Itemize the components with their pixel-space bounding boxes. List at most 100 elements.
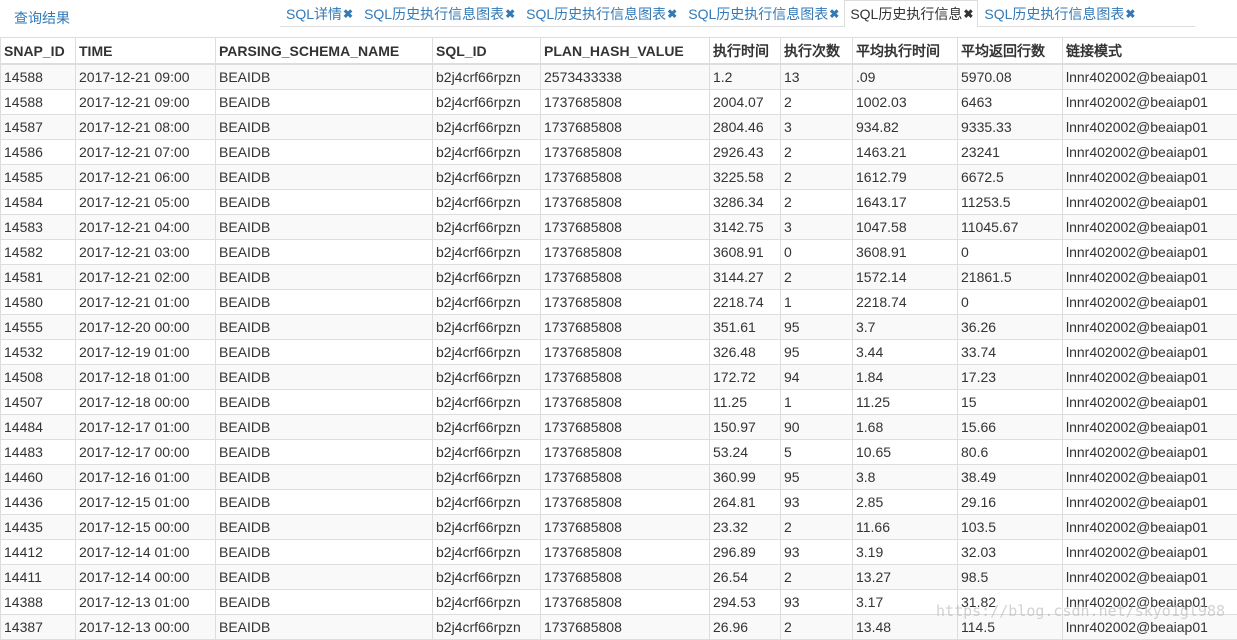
table-cell: 11045.67 [958,215,1063,240]
column-header[interactable]: SQL_ID [433,38,541,65]
column-header[interactable]: 链接模式 [1063,38,1237,65]
table-row[interactable]: 145552017-12-20 00:00BEAIDBb2j4crf66rpzn… [1,315,1237,340]
table-row[interactable]: 143882017-12-13 01:00BEAIDBb2j4crf66rpzn… [1,590,1237,615]
column-header[interactable]: 执行时间 [710,38,781,65]
table-cell: BEAIDB [216,365,433,390]
table-cell: b2j4crf66rpzn [433,265,541,290]
table-cell: 93 [781,590,853,615]
table-row[interactable]: 143872017-12-13 00:00BEAIDBb2j4crf66rpzn… [1,615,1237,640]
table-row[interactable]: 144842017-12-17 01:00BEAIDBb2j4crf66rpzn… [1,415,1237,440]
close-icon[interactable]: ✖ [829,7,839,21]
tab-4[interactable]: SQL历史执行信息✖ [844,0,978,27]
table-cell: 2218.74 [710,290,781,315]
tab-bar: 查询结果 SQL详情✖SQL历史执行信息图表✖SQL历史执行信息图表✖SQL历史… [0,0,1237,36]
table-cell: 3.7 [853,315,958,340]
column-header[interactable]: TIME [76,38,216,65]
table-cell: 3.19 [853,540,958,565]
table-cell: 23241 [958,140,1063,165]
table-cell: lnnr402002@beaiap01 [1063,190,1237,215]
sql-history-table: SNAP_IDTIMEPARSING_SCHEMA_NAMESQL_IDPLAN… [0,37,1237,640]
table-cell: 14588 [1,64,76,90]
table-cell: 15.66 [958,415,1063,440]
close-icon[interactable]: ✖ [505,7,515,21]
close-icon[interactable]: ✖ [963,7,973,21]
table-cell: 0 [781,240,853,265]
table-cell: lnnr402002@beaiap01 [1063,365,1237,390]
table-cell: 9335.33 [958,115,1063,140]
table-cell: 14388 [1,590,76,615]
table-row[interactable]: 144112017-12-14 00:00BEAIDBb2j4crf66rpzn… [1,565,1237,590]
table-cell: 2017-12-16 01:00 [76,465,216,490]
table-row[interactable]: 145842017-12-21 05:00BEAIDBb2j4crf66rpzn… [1,190,1237,215]
table-row[interactable]: 145822017-12-21 03:00BEAIDBb2j4crf66rpzn… [1,240,1237,265]
table-cell: 26.96 [710,615,781,640]
table-cell: b2j4crf66rpzn [433,490,541,515]
table-row[interactable]: 145832017-12-21 04:00BEAIDBb2j4crf66rpzn… [1,215,1237,240]
table-cell: 2926.43 [710,140,781,165]
tab-2[interactable]: SQL历史执行信息图表✖ [520,0,682,27]
table-cell: 94 [781,365,853,390]
table-row[interactable]: 145872017-12-21 08:00BEAIDBb2j4crf66rpzn… [1,115,1237,140]
table-cell: 1.68 [853,415,958,440]
table-row[interactable]: 145802017-12-21 01:00BEAIDBb2j4crf66rpzn… [1,290,1237,315]
table-cell: BEAIDB [216,315,433,340]
table-cell: 2 [781,265,853,290]
table-cell: 1463.21 [853,140,958,165]
table-cell: 1643.17 [853,190,958,215]
table-cell: BEAIDB [216,390,433,415]
table-row[interactable]: 145322017-12-19 01:00BEAIDBb2j4crf66rpzn… [1,340,1237,365]
table-row[interactable]: 145082017-12-18 01:00BEAIDBb2j4crf66rpzn… [1,365,1237,390]
tab-label: SQL历史执行信息 [850,4,962,24]
table-cell: 3.8 [853,465,958,490]
table-row[interactable]: 145072017-12-18 00:00BEAIDBb2j4crf66rpzn… [1,390,1237,415]
close-icon[interactable]: ✖ [667,7,677,21]
table-cell: 1737685808 [541,615,710,640]
table-row[interactable]: 145882017-12-21 09:00BEAIDBb2j4crf66rpzn… [1,90,1237,115]
tab-5[interactable]: SQL历史执行信息图表✖ [978,0,1140,27]
column-header[interactable]: PARSING_SCHEMA_NAME [216,38,433,65]
table-cell: 1.2 [710,64,781,90]
table-row[interactable]: 145812017-12-21 02:00BEAIDBb2j4crf66rpzn… [1,265,1237,290]
table-cell: BEAIDB [216,115,433,140]
table-cell: b2j4crf66rpzn [433,140,541,165]
tab-0[interactable]: SQL详情✖ [280,0,358,27]
table-cell: 1737685808 [541,215,710,240]
table-cell: lnnr402002@beaiap01 [1063,265,1237,290]
table-cell: b2j4crf66rpzn [433,290,541,315]
table-cell: b2j4crf66rpzn [433,115,541,140]
table-row[interactable]: 144352017-12-15 00:00BEAIDBb2j4crf66rpzn… [1,515,1237,540]
table-cell: 14507 [1,390,76,415]
table-row[interactable]: 144602017-12-16 01:00BEAIDBb2j4crf66rpzn… [1,465,1237,490]
tab-3[interactable]: SQL历史执行信息图表✖ [682,0,844,27]
table-cell: 31.82 [958,590,1063,615]
table-cell: BEAIDB [216,540,433,565]
table-row[interactable]: 144832017-12-17 00:00BEAIDBb2j4crf66rpzn… [1,440,1237,465]
tab-1[interactable]: SQL历史执行信息图表✖ [358,0,520,27]
close-icon[interactable]: ✖ [343,7,353,21]
query-results-link[interactable]: 查询结果 [14,8,70,28]
table-cell: 2017-12-15 00:00 [76,515,216,540]
table-cell: lnnr402002@beaiap01 [1063,290,1237,315]
column-header[interactable]: SNAP_ID [1,38,76,65]
table-cell: 103.5 [958,515,1063,540]
table-cell: 14436 [1,490,76,515]
table-cell: 14508 [1,365,76,390]
column-header[interactable]: PLAN_HASH_VALUE [541,38,710,65]
column-header[interactable]: 平均返回行数 [958,38,1063,65]
table-row[interactable]: 144362017-12-15 01:00BEAIDBb2j4crf66rpzn… [1,490,1237,515]
table-cell: 3608.91 [853,240,958,265]
table-row[interactable]: 144122017-12-14 01:00BEAIDBb2j4crf66rpzn… [1,540,1237,565]
table-row[interactable]: 145862017-12-21 07:00BEAIDBb2j4crf66rpzn… [1,140,1237,165]
table-cell: 1612.79 [853,165,958,190]
table-row[interactable]: 145852017-12-21 06:00BEAIDBb2j4crf66rpzn… [1,165,1237,190]
table-cell: 114.5 [958,615,1063,640]
column-header[interactable]: 执行次数 [781,38,853,65]
table-cell: 2017-12-15 01:00 [76,490,216,515]
column-header[interactable]: 平均执行时间 [853,38,958,65]
tab-label: SQL历史执行信息图表 [526,4,666,24]
table-row[interactable]: 145882017-12-21 09:00BEAIDBb2j4crf66rpzn… [1,64,1237,90]
table-cell: 1737685808 [541,340,710,365]
close-icon[interactable]: ✖ [1125,7,1135,21]
table-cell: BEAIDB [216,465,433,490]
table-cell: 95 [781,315,853,340]
